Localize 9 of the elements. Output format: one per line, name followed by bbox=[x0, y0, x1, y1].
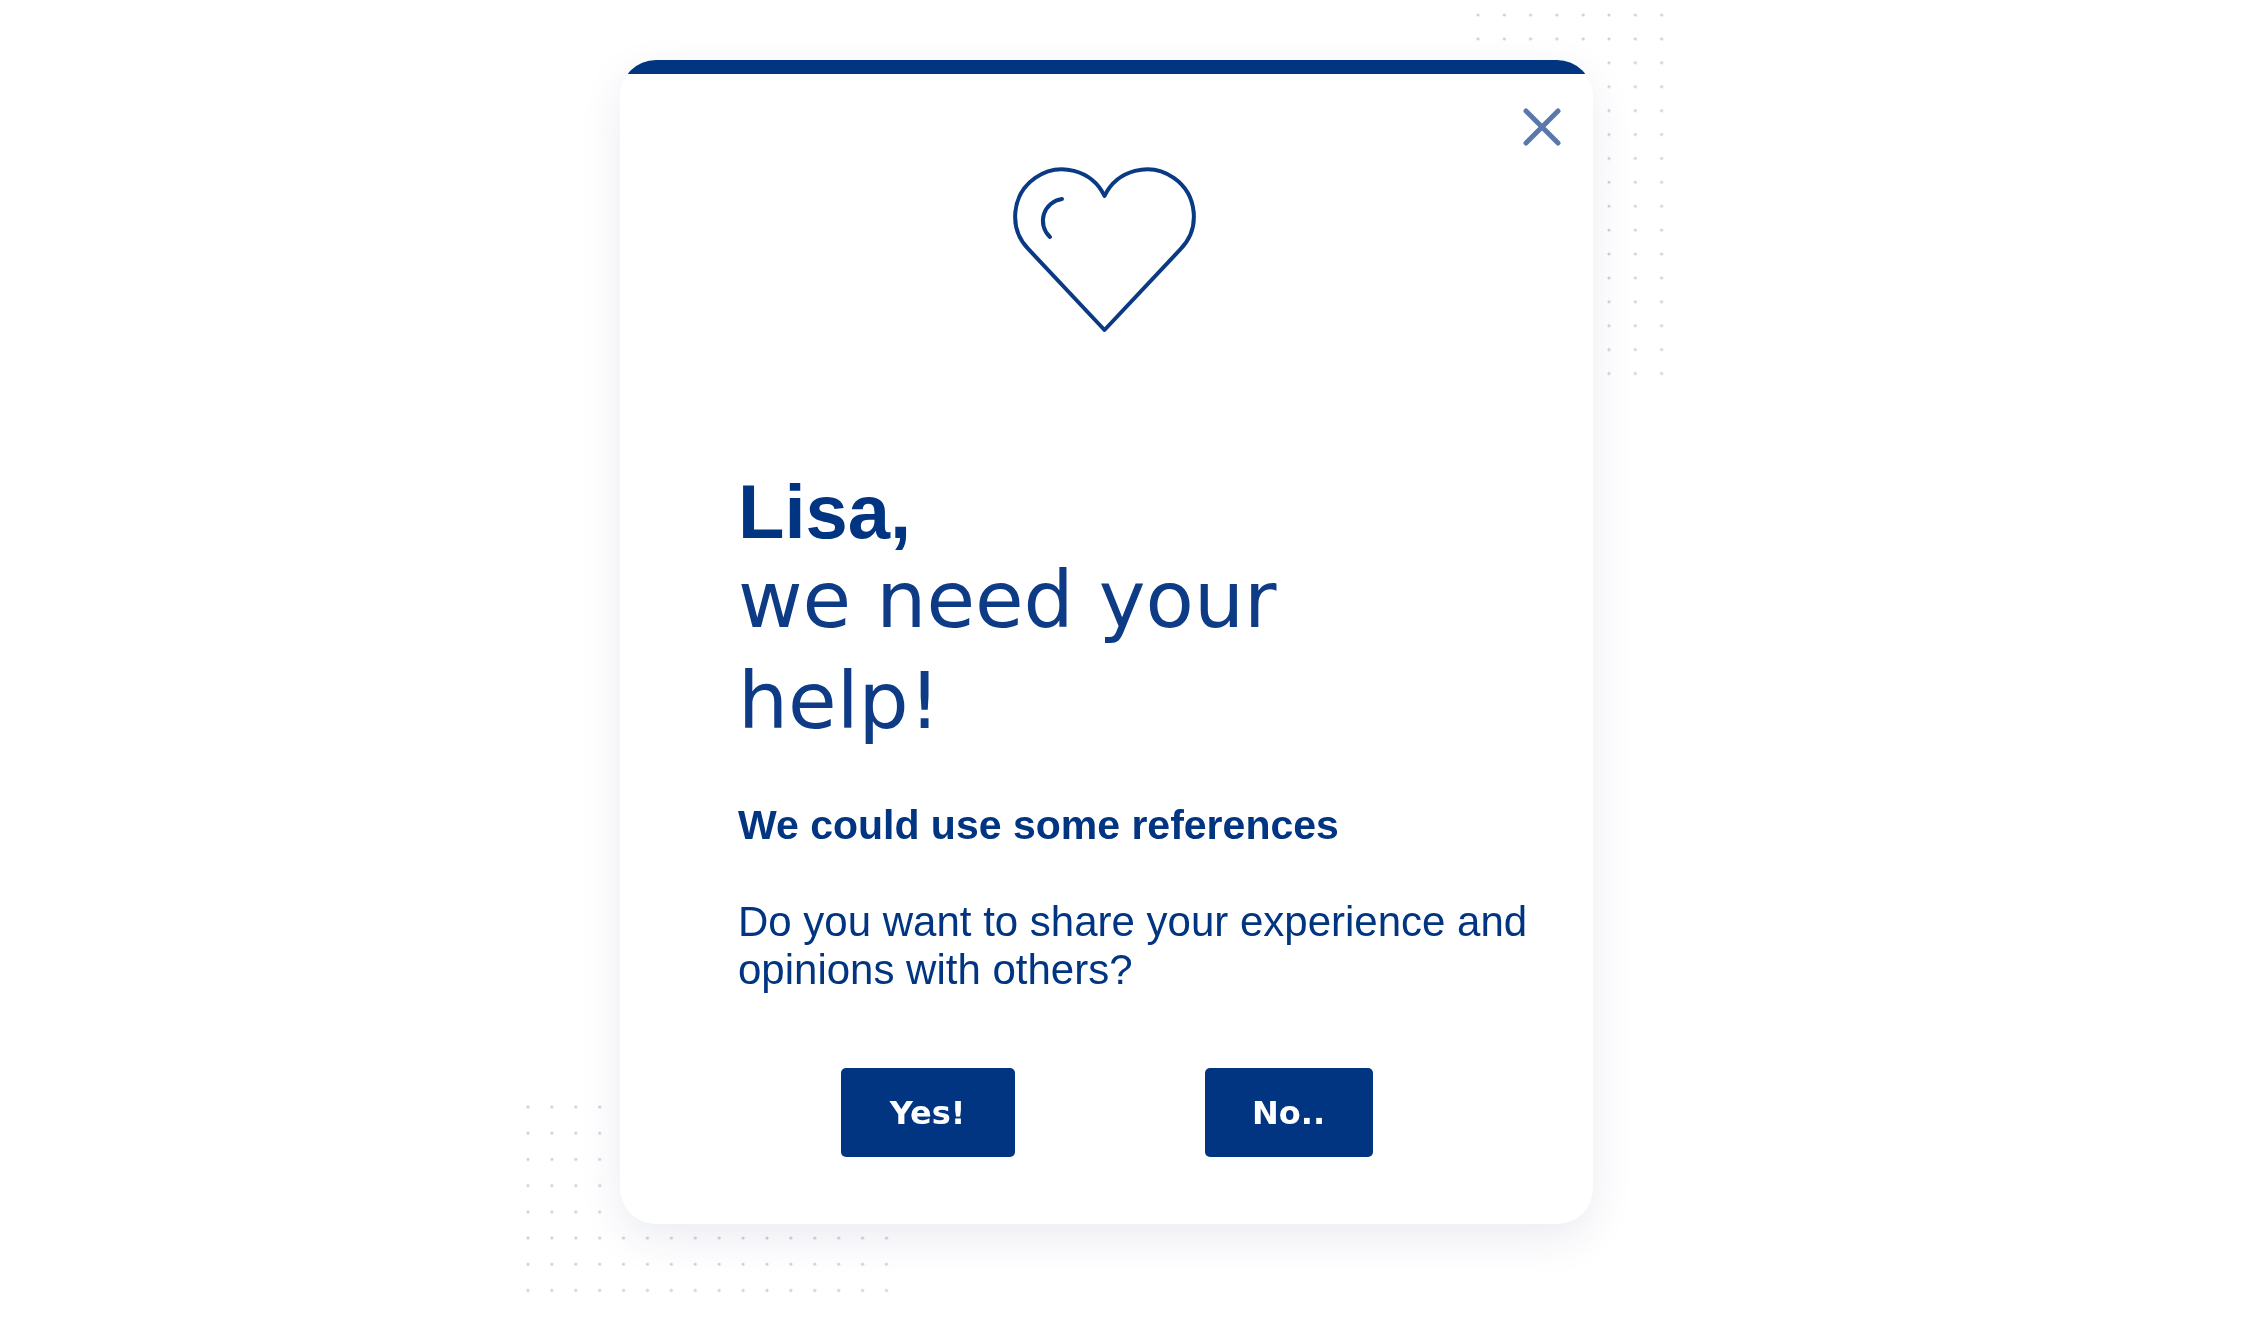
dialog-button[interactable]: No.. bbox=[1204, 1068, 1373, 1157]
greeting-title: Lisa, bbox=[738, 474, 912, 550]
close-icon bbox=[1523, 108, 1561, 146]
headline: we need your help! bbox=[738, 553, 1278, 749]
heart-icon bbox=[1011, 167, 1198, 334]
dialog-button[interactable]: Yes! bbox=[840, 1068, 1015, 1157]
subtitle: We could use some references bbox=[738, 801, 1339, 849]
close-button[interactable] bbox=[1523, 108, 1561, 146]
message-text: Do you want to share your experience and opinions with others? bbox=[738, 898, 1529, 994]
